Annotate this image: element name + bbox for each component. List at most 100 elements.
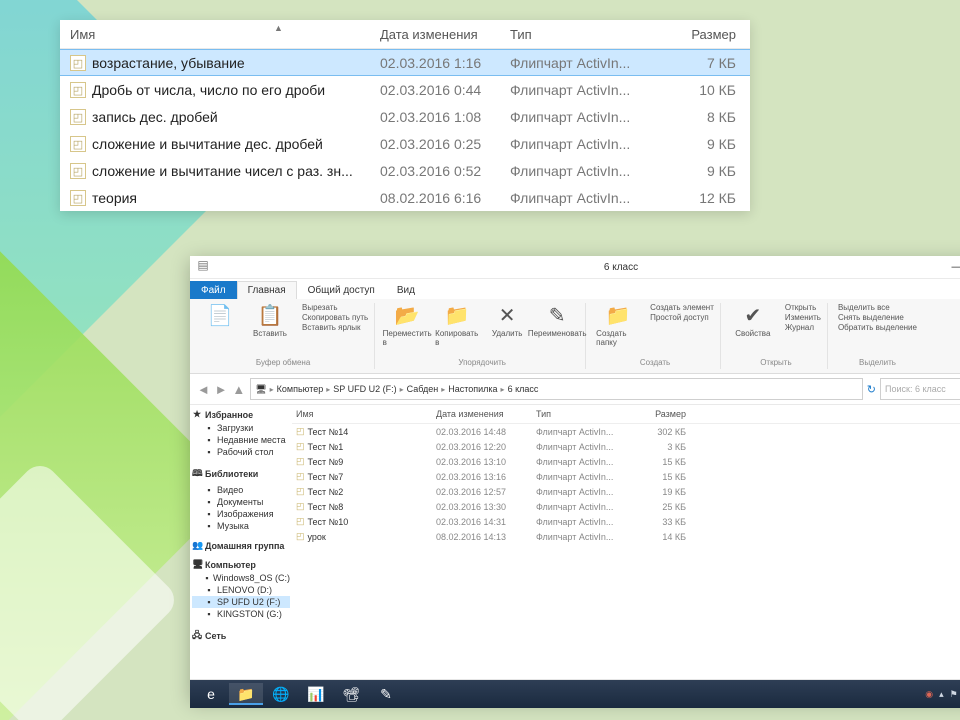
file-row[interactable]: ◰Дробь от числа, число по его дроби02.03… [60,76,750,103]
delete-button[interactable]: ✕Удалить [485,303,529,347]
file-row[interactable]: ◰теория08.02.2016 6:16Флипчарт ActivIn..… [60,184,750,211]
ribbon-tabs: Файл Главная Общий доступ Вид ^ ⦿ [190,277,960,299]
file-size: 8 КБ [645,109,750,125]
crumb-segment[interactable]: Сабден [407,384,439,394]
taskbar-app[interactable]: e [194,683,228,705]
file-type: Флипчарт ActivIn... [510,109,645,125]
new-item-button[interactable]: Создать элемент [650,303,714,312]
file-row[interactable]: ◰Тест №802.03.2016 13:30Флипчарт ActivIn… [292,499,960,514]
flipchart-icon: ◰ [296,501,305,512]
select-all-button[interactable]: Выделить все [838,303,917,312]
sidebar-item[interactable]: ▪LENOVO (D:) [192,584,290,596]
taskbar-app[interactable]: 📊 [299,683,333,705]
file-date: 02.03.2016 0:52 [380,163,510,179]
file-row[interactable]: ◰Тест №902.03.2016 13:10Флипчарт ActivIn… [292,454,960,469]
tab-file[interactable]: Файл [190,281,237,299]
file-row[interactable]: ◰сложение и вычитание чисел с раз. зн...… [60,157,750,184]
sidebar-item[interactable]: ▪Документы [192,496,290,508]
paste-shortcut-button[interactable]: Вставить ярлык [302,323,368,332]
taskbar-app[interactable]: 📽 [334,683,368,705]
tray-action-center-icon[interactable]: ◉ [925,689,933,700]
file-row[interactable]: ◰Тест №1002.03.2016 14:31Флипчарт ActivI… [292,514,960,529]
cut-button[interactable]: Вырезать [302,303,368,312]
file-name: запись дес. дробей [92,109,218,125]
file-size: 25 КБ [626,502,696,512]
taskbar-app[interactable]: ✎ [369,683,403,705]
col-date[interactable]: Дата изменения [436,409,536,419]
tray-flag-icon[interactable]: ⚑ [950,689,958,700]
flipchart-icon: ◰ [296,456,305,467]
file-type: Флипчарт ActivIn... [536,532,626,542]
sidebar-item[interactable]: ▪Видео [192,484,290,496]
crumb-segment[interactable]: Настопилка [448,384,497,394]
paste-button[interactable]: 📋Вставить [248,303,292,338]
sidebar-item[interactable]: ▪Windows8_OS (C:) [192,572,290,584]
file-row[interactable]: ◰Тест №702.03.2016 13:16Флипчарт ActivIn… [292,469,960,484]
properties-button[interactable]: ✔Свойства [731,303,775,338]
taskbar-app[interactable]: 🌐 [264,683,298,705]
flipchart-icon: ◰ [70,136,86,152]
edit-button[interactable]: Изменить [785,313,821,322]
file-row[interactable]: ◰Тест №1402.03.2016 14:48Флипчарт ActivI… [292,424,960,439]
file-row[interactable]: ◰Тест №102.03.2016 12:20Флипчарт ActivIn… [292,439,960,454]
tab-share[interactable]: Общий доступ [297,281,386,299]
crumb-segment[interactable]: Компьютер [277,384,324,394]
copy-button[interactable]: 📄 [198,303,242,338]
col-name[interactable]: Имя [292,409,436,419]
column-headers: ▲ Имя Дата изменения Тип Размер [60,20,750,49]
sidebar-section[interactable]: 🖥Компьютер [192,559,290,570]
col-type[interactable]: Тип [536,409,626,419]
col-size[interactable]: Размер [626,409,696,419]
file-size: 15 КБ [626,472,696,482]
crumb-segment[interactable]: SP UFD U2 (F:) [333,384,396,394]
search-input[interactable]: Поиск: 6 класс [880,378,960,400]
file-row[interactable]: ◰возрастание, убывание02.03.2016 1:16Фли… [60,49,750,76]
breadcrumb[interactable]: 🖥 ▸Компьютер▸SP UFD U2 (F:)▸Сабден▸Насто… [250,378,863,400]
sidebar-section[interactable]: ★Избранное [192,409,290,420]
sidebar-item[interactable]: ▪KINGSTON (G:) [192,608,290,620]
back-button[interactable]: ◄ [197,382,210,397]
sidebar-item[interactable]: ▪Недавние места [192,434,290,446]
move-to-button[interactable]: 📂Переместить в [385,303,429,347]
minimize-button[interactable]: — [938,256,960,278]
refresh-button[interactable]: ↻ [867,383,876,396]
sidebar-section[interactable]: 🕮Библиотеки [192,466,290,482]
crumb-segment[interactable]: 6 класс [508,384,539,394]
file-row[interactable]: ◰сложение и вычитание дес. дробей02.03.2… [60,130,750,157]
invert-selection-button[interactable]: Обратить выделение [838,323,917,332]
col-date[interactable]: Дата изменения [380,27,510,42]
history-button[interactable]: Журнал [785,323,821,332]
tab-view[interactable]: Вид [386,281,426,299]
sidebar-item[interactable]: ▪SP UFD U2 (F:) [192,596,290,608]
sidebar-item[interactable]: ▪Рабочий стол [192,446,290,458]
tab-home[interactable]: Главная [237,281,297,299]
sidebar-item[interactable]: ▪Загрузки [192,422,290,434]
new-folder-button[interactable]: 📁Создать папку [596,303,640,347]
file-type: Флипчарт ActivIn... [510,55,645,71]
file-row[interactable]: ◰запись дес. дробей02.03.2016 1:08Флипча… [60,103,750,130]
copy-path-button[interactable]: Скопировать путь [302,313,368,322]
open-button[interactable]: Открыть [785,303,821,312]
forward-button[interactable]: ► [215,382,228,397]
rename-button[interactable]: ✎Переименовать [535,303,579,347]
tray-up-icon[interactable]: ▴ [939,689,944,700]
file-type: Флипчарт ActivIn... [536,517,626,527]
file-row[interactable]: ◰Тест №202.03.2016 12:57Флипчарт ActivIn… [292,484,960,499]
file-size: 12 КБ [645,190,750,206]
col-size[interactable]: Размер [645,27,750,42]
file-row[interactable]: ◰урок08.02.2016 14:13Флипчарт ActivIn...… [292,529,960,544]
file-name: теория [92,190,137,206]
sidebar-item[interactable]: ▪Изображения [192,508,290,520]
sidebar-item[interactable]: ▪Музыка [192,520,290,532]
select-none-button[interactable]: Снять выделение [838,313,917,322]
titlebar[interactable]: ▤ 6 класс — ▢ ✕ [190,256,960,279]
file-name: сложение и вычитание дес. дробей [92,136,323,152]
copy-to-button[interactable]: 📁Копировать в [435,303,479,347]
taskbar-app[interactable]: 📁 [229,683,263,705]
col-type[interactable]: Тип [510,27,645,42]
up-button[interactable]: ▲ [232,382,245,397]
col-name[interactable]: Имя [60,27,380,42]
easy-access-button[interactable]: Простой доступ [650,313,714,322]
sidebar-section[interactable]: 🖧Сеть [192,628,290,644]
sidebar-section[interactable]: 👥Домашняя группа [192,540,290,551]
